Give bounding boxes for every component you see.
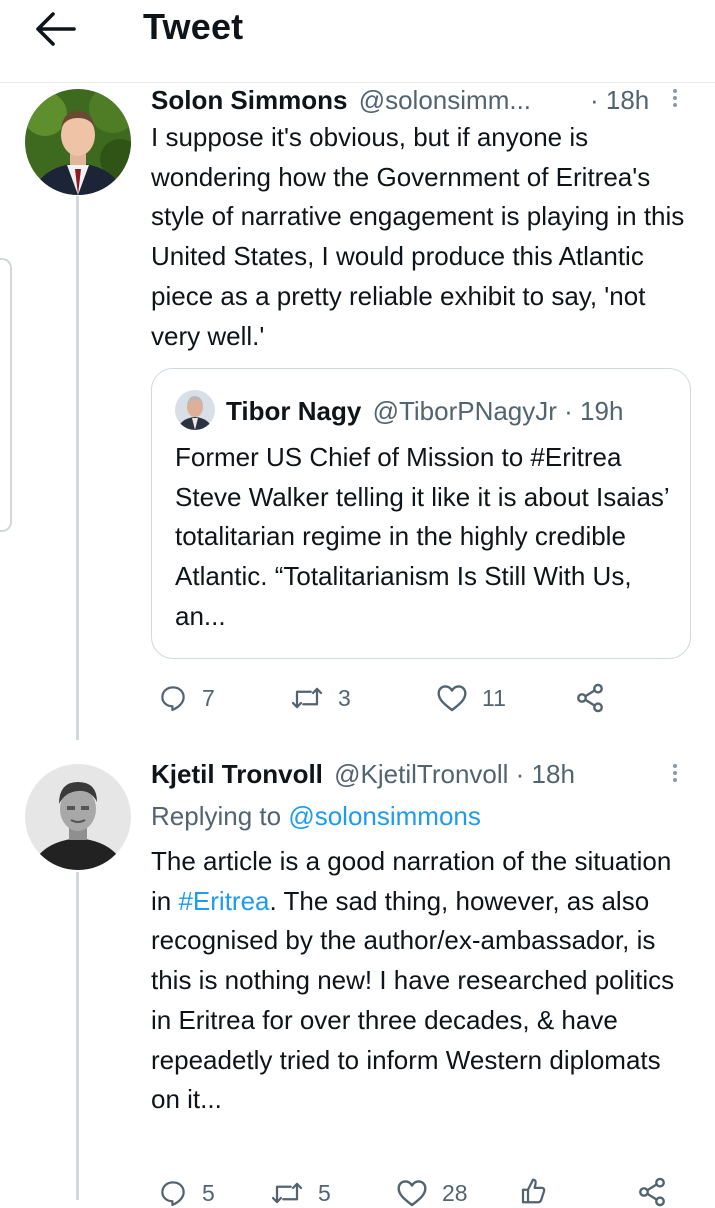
tweet-time[interactable]: · 18h [516, 759, 575, 789]
like-count: 28 [442, 1179, 468, 1206]
tweet-header: Kjetil Tronvoll @KjetilTronvoll · 18h [151, 759, 575, 789]
retweet-button[interactable]: 5 [270, 1178, 331, 1208]
back-button[interactable] [34, 12, 78, 46]
retweet-button[interactable]: 3 [290, 683, 351, 713]
quote-author-handle: @TiborPNagyJr [372, 396, 557, 426]
edge-handle[interactable] [0, 258, 12, 532]
share-icon [577, 683, 603, 713]
avatar[interactable] [25, 764, 131, 870]
retweet-count: 5 [318, 1179, 331, 1206]
tweet-text-part: . The sad thing, however, as also recogn… [151, 885, 675, 1115]
reply-icon [161, 1181, 185, 1206]
tweet-header: Solon Simmons @solonsimm... [151, 85, 531, 115]
share-button[interactable] [636, 1176, 668, 1208]
analytics-button[interactable] [518, 1176, 548, 1206]
author-name[interactable]: Solon Simmons [151, 85, 347, 115]
quote-time: · 19h [564, 396, 624, 426]
like-count: 11 [482, 684, 506, 711]
more-options-icon[interactable] [670, 761, 680, 785]
tweet-time[interactable]: · 18h [590, 85, 649, 115]
tweet-text: The article is a good narration of the s… [151, 842, 696, 1120]
quote-avatar [175, 390, 215, 430]
top-bar: Tweet [0, 0, 715, 83]
avatar[interactable] [25, 89, 131, 195]
arrow-left-icon [36, 12, 76, 46]
heart-icon [437, 685, 467, 712]
quote-text: Former US Chief of Mission to #Eritrea S… [175, 442, 669, 631]
quote-header: Tibor Nagy @TiborPNagyJr · 19h [226, 396, 623, 426]
reply-count: 5 [202, 1179, 215, 1206]
thread-line [76, 196, 79, 740]
share-icon [639, 1177, 665, 1207]
replying-to-handle[interactable]: @solonsimmons [288, 801, 481, 831]
like-button[interactable]: 11 [436, 683, 506, 713]
reply-button[interactable]: 5 [158, 1178, 215, 1208]
hashtag-link[interactable]: #Eritrea [178, 886, 269, 916]
reply-icon [161, 686, 185, 711]
share-button[interactable] [574, 682, 606, 714]
replying-to: Replying to @solonsimmons [151, 801, 481, 831]
retweet-icon [291, 687, 323, 709]
reply-count: 7 [202, 684, 215, 711]
author-name[interactable]: Kjetil Tronvoll [151, 759, 323, 789]
author-handle[interactable]: @KjetilTronvoll [334, 759, 508, 789]
thumbs-up-icon [521, 1178, 546, 1204]
like-button[interactable]: 28 [396, 1178, 468, 1208]
heart-icon [397, 1180, 427, 1207]
retweet-icon [271, 1182, 303, 1204]
more-options-icon[interactable] [670, 86, 680, 110]
page-title: Tweet [143, 6, 244, 47]
reply-button[interactable]: 7 [158, 683, 215, 713]
retweet-count: 3 [338, 684, 351, 711]
replying-to-label: Replying to [151, 801, 282, 831]
author-handle[interactable]: @solonsimm... [359, 85, 531, 115]
thread-line [76, 872, 79, 1200]
tweet-text: I suppose it's obvious, but if anyone is… [151, 122, 685, 351]
quote-author-name: Tibor Nagy [226, 396, 362, 426]
